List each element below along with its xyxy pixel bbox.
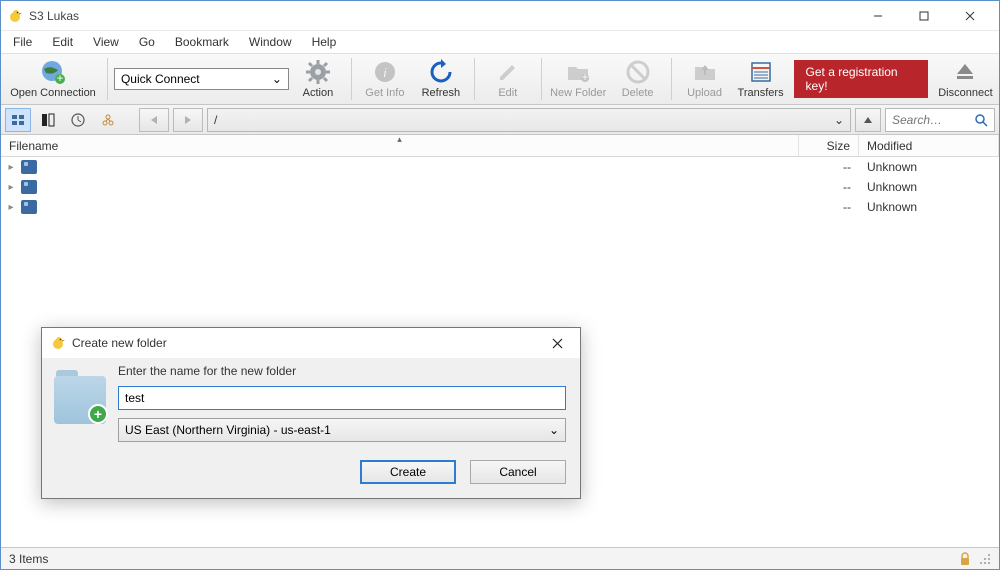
file-list: ▸ -- Unknown ▸ -- Unknown ▸ -- Unknown C… — [1, 157, 999, 547]
open-connection-button[interactable]: + Open Connection — [5, 55, 101, 103]
menu-view[interactable]: View — [85, 33, 127, 51]
dialog-title: Create new folder — [72, 336, 542, 350]
titlebar: S3 Lukas — [1, 1, 999, 31]
statusbar: 3 Items — [1, 547, 999, 569]
search-input[interactable] — [892, 113, 970, 127]
list-item[interactable]: ▸ -- Unknown — [1, 197, 999, 217]
menu-bookmark[interactable]: Bookmark — [167, 33, 237, 51]
separator — [351, 58, 352, 100]
gear-icon — [305, 59, 331, 85]
app-window: S3 Lukas File Edit View Go Bookmark Wind… — [0, 0, 1000, 570]
chevron-down-icon: ⌄ — [549, 423, 559, 437]
search-box[interactable] — [885, 108, 995, 132]
expand-icon[interactable]: ▸ — [5, 162, 17, 173]
refresh-icon — [428, 59, 454, 85]
list-item[interactable]: ▸ -- Unknown — [1, 157, 999, 177]
new-folder-icon: + — [52, 368, 108, 424]
create-button[interactable]: Create — [360, 460, 456, 484]
expand-icon[interactable]: ▸ — [5, 202, 17, 213]
menu-edit[interactable]: Edit — [44, 33, 81, 51]
transfers-icon — [748, 59, 774, 85]
action-button[interactable]: Action — [291, 55, 345, 103]
nav-back-button[interactable] — [139, 108, 169, 132]
path-combobox[interactable]: / ⌄ — [207, 108, 851, 132]
svg-text:+: + — [582, 70, 589, 84]
create-folder-dialog: Create new folder + Enter the name for t… — [41, 327, 581, 499]
registration-key-banner[interactable]: Get a registration key! — [794, 60, 928, 98]
view-history-button[interactable] — [65, 108, 91, 132]
eject-icon — [952, 59, 978, 85]
path-text: / — [214, 113, 217, 127]
minimize-button[interactable] — [855, 1, 901, 31]
transfers-button[interactable]: Transfers — [734, 55, 788, 103]
dialog-titlebar: Create new folder — [42, 328, 580, 358]
info-icon: i — [372, 59, 398, 85]
bucket-icon — [21, 180, 37, 194]
disconnect-button[interactable]: Disconnect — [936, 55, 995, 103]
cancel-button[interactable]: Cancel — [470, 460, 566, 484]
nav-forward-button[interactable] — [173, 108, 203, 132]
upload-button[interactable]: Upload — [678, 55, 732, 103]
edit-button[interactable]: Edit — [481, 55, 535, 103]
separator — [541, 58, 542, 100]
svg-text:+: + — [56, 71, 63, 85]
list-item[interactable]: ▸ -- Unknown — [1, 177, 999, 197]
resize-grip-icon — [979, 553, 991, 565]
column-filename[interactable]: Filename ▴ — [1, 135, 799, 156]
status-text: 3 Items — [9, 552, 48, 566]
menu-help[interactable]: Help — [304, 33, 345, 51]
pencil-icon — [495, 59, 521, 85]
nav-up-button[interactable] — [855, 108, 881, 132]
app-icon — [50, 335, 66, 351]
new-folder-button[interactable]: + New Folder — [548, 55, 609, 103]
sort-indicator-icon: ▴ — [397, 134, 402, 145]
upload-icon — [692, 59, 718, 85]
view-bookmarks-button[interactable] — [5, 108, 31, 132]
column-size[interactable]: Size — [799, 135, 859, 156]
bucket-icon — [21, 200, 37, 214]
delete-icon — [625, 59, 651, 85]
column-modified[interactable]: Modified — [859, 135, 999, 156]
separator — [671, 58, 672, 100]
toolbar: + Open Connection Quick Connect ⌄ Action… — [1, 53, 999, 105]
search-icon — [974, 113, 988, 127]
menu-file[interactable]: File — [5, 33, 40, 51]
menubar: File Edit View Go Bookmark Window Help — [1, 31, 999, 53]
quick-connect-select[interactable]: Quick Connect ⌄ — [114, 68, 289, 90]
region-select[interactable]: US East (Northern Virginia) - us-east-1 … — [118, 418, 566, 442]
window-title: S3 Lukas — [29, 9, 79, 23]
delete-button[interactable]: Delete — [611, 55, 665, 103]
dialog-prompt: Enter the name for the new folder — [118, 364, 566, 378]
menu-go[interactable]: Go — [131, 33, 163, 51]
chevron-down-icon: ⌄ — [834, 113, 844, 127]
folder-name-input[interactable] — [118, 386, 566, 410]
chevron-down-icon: ⌄ — [272, 72, 282, 86]
folder-plus-icon: + — [565, 59, 591, 85]
maximize-button[interactable] — [901, 1, 947, 31]
quick-connect-wrap: Quick Connect ⌄ — [114, 55, 289, 103]
lock-icon — [959, 552, 971, 566]
column-headers: Filename ▴ Size Modified — [1, 135, 999, 157]
view-bonjour-button[interactable] — [95, 108, 121, 132]
app-icon — [7, 8, 23, 24]
expand-icon[interactable]: ▸ — [5, 182, 17, 193]
menu-window[interactable]: Window — [241, 33, 300, 51]
globe-icon: + — [40, 59, 66, 85]
svg-text:i: i — [384, 66, 387, 80]
separator — [474, 58, 475, 100]
navbar: / ⌄ — [1, 105, 999, 135]
close-button[interactable] — [947, 1, 993, 31]
view-split-button[interactable] — [35, 108, 61, 132]
refresh-button[interactable]: Refresh — [414, 55, 468, 103]
separator — [107, 58, 108, 100]
dialog-close-button[interactable] — [542, 329, 572, 357]
get-info-button[interactable]: i Get Info — [358, 55, 412, 103]
bucket-icon — [21, 160, 37, 174]
